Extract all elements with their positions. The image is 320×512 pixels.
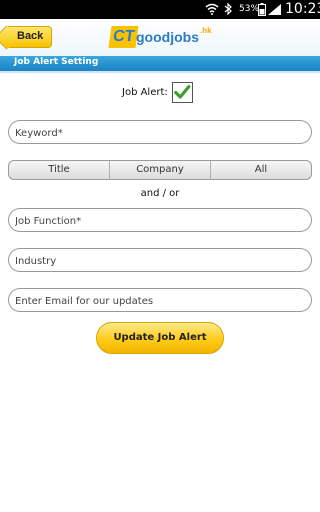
update-job-alert-button[interactable]: Update Job Alert	[96, 322, 224, 354]
status-bar: 53% 10:23	[0, 0, 320, 19]
email-input[interactable]	[9, 290, 311, 313]
email-field[interactable]	[8, 288, 312, 313]
back-button-label: Back	[17, 30, 44, 42]
section-header: Job Alert Setting	[0, 56, 320, 71]
job-alert-label: Job Alert:	[122, 87, 168, 98]
search-scope-selector[interactable]: Title Company All	[8, 160, 312, 180]
job-alert-checkbox[interactable]	[172, 82, 193, 103]
section-title: Job Alert Setting	[14, 57, 99, 67]
app-header: Back CT goodjobs .hk	[0, 19, 320, 56]
industry-input[interactable]	[9, 250, 311, 273]
search-scope-title[interactable]: Title	[9, 161, 110, 179]
battery-percent: 53%	[239, 4, 260, 14]
back-button[interactable]: Back	[6, 26, 52, 48]
logo: CT goodjobs .hk	[108, 26, 218, 50]
logo-text: goodjobs	[136, 29, 199, 45]
logo-ct: CT	[108, 26, 139, 48]
industry-field[interactable]	[8, 248, 312, 273]
signal-icon	[268, 4, 281, 15]
section-divider	[0, 71, 320, 73]
bluetooth-icon	[224, 3, 232, 15]
update-job-alert-label: Update Job Alert	[113, 332, 207, 343]
logo-suffix: .hk	[200, 26, 212, 35]
and-or-label: and / or	[140, 188, 180, 199]
job-function-input[interactable]	[9, 210, 311, 233]
job-function-field[interactable]	[8, 208, 312, 233]
checkmark-icon	[174, 85, 191, 99]
battery-icon	[258, 3, 266, 16]
keyword-input[interactable]	[9, 122, 311, 145]
clock: 10:23	[285, 1, 320, 17]
search-scope-company[interactable]: Company	[110, 161, 211, 179]
search-scope-all[interactable]: All	[211, 161, 311, 179]
keyword-field[interactable]	[8, 120, 312, 145]
wifi-icon	[205, 3, 219, 15]
